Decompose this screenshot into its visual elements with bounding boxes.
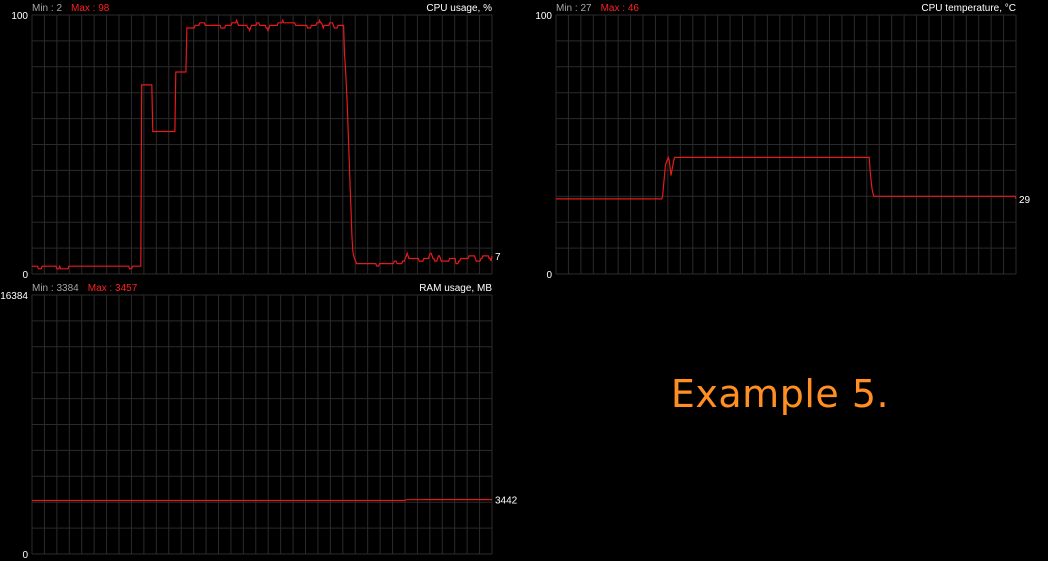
ram-usage-ytick-top: 16384 [0,291,28,302]
cpu-usage-max-label: Max : 98 [71,3,110,14]
cpu-usage-min-label: Min : 2 [32,3,62,14]
cpu-usage-ytick-bottom: 0 [22,270,28,281]
cpu-usage-ytick-top: 100 [11,11,28,22]
cpu-temperature-min-label: Min : 27 [556,3,592,14]
ram-usage-ytick-bottom: 0 [22,550,28,561]
cpu-temperature-series-line [556,155,1017,200]
ram-usage-title: RAM usage, MB [419,283,492,294]
ram-usage-min-label: Min : 3384 [32,283,79,294]
cpu-temperature-ytick-bottom: 0 [546,270,552,281]
ram-usage-max-label: Max : 3457 [88,283,138,294]
cpu-usage-title: CPU usage, % [426,3,492,14]
example-caption: Example 5. [670,372,890,416]
monitor-graphs-canvas: 100 0 Min : 2 Max : 98 CPU usage, % 7 100 0 Min … [0,3,1031,561]
cpu-usage-current-value: 7 [495,252,501,263]
ram-usage-series-line [32,499,492,502]
cpu-temperature-max-label: Max : 46 [601,3,640,14]
cpu-temperature-title: CPU temperature, °C [921,3,1016,14]
cpu-temperature-ytick-top: 100 [535,11,552,22]
cpu-temperature-current-value: 29 [1019,195,1031,206]
ram-usage-current-value: 3442 [495,496,518,507]
